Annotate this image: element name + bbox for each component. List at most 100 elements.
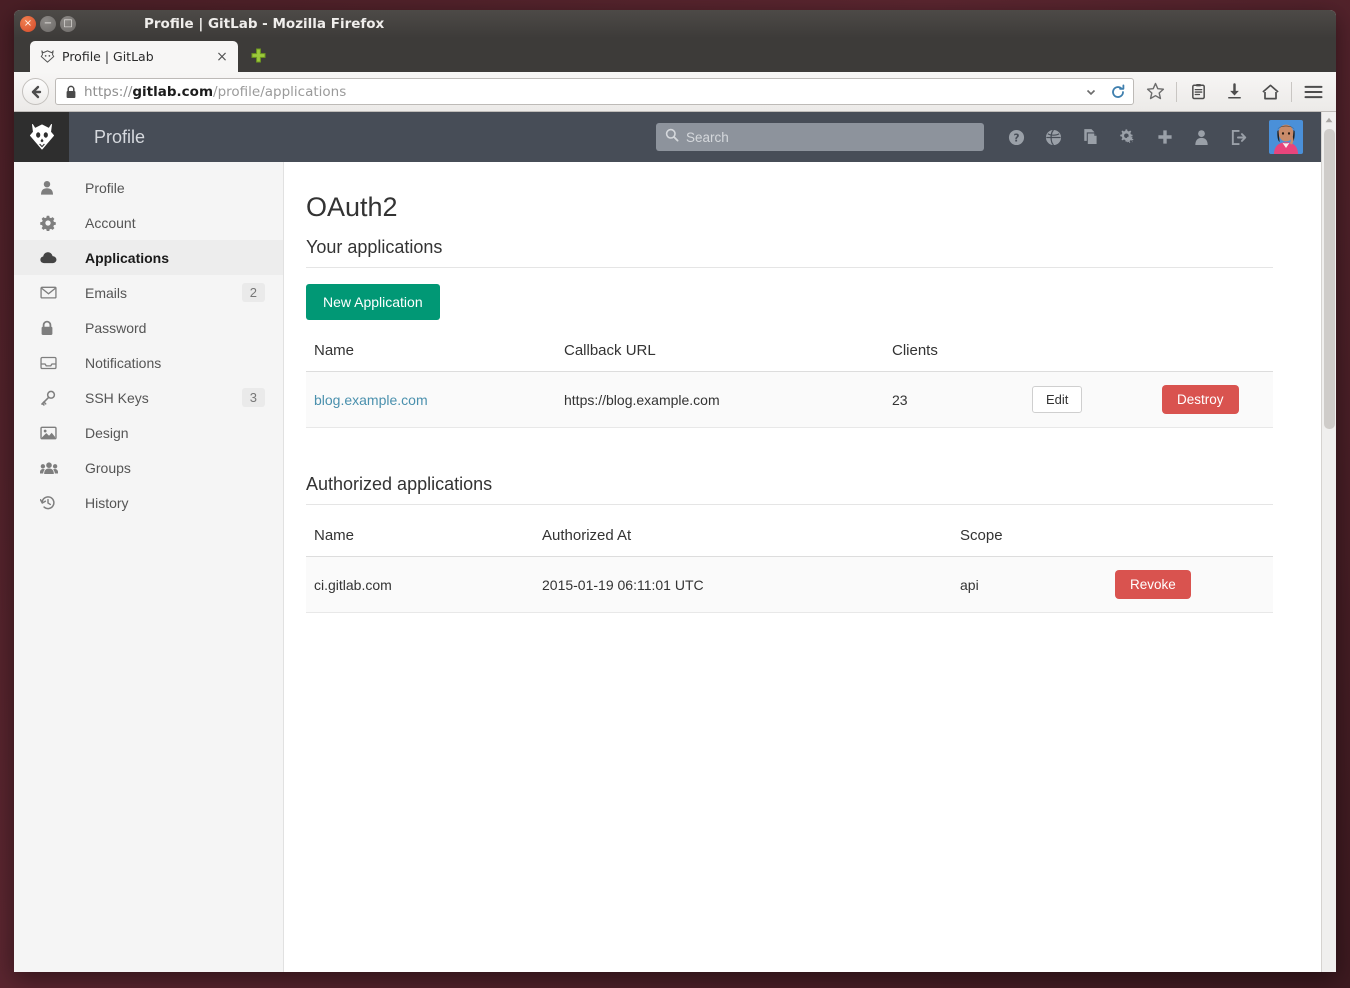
group-users-icon	[40, 461, 70, 475]
table-row: blog.example.com https://blog.example.co…	[306, 372, 1273, 428]
url-bar[interactable]: https://gitlab.com/profile/applications	[55, 78, 1134, 105]
url-text: https://gitlab.com/profile/applications	[84, 84, 1075, 100]
browser-toolbar: https://gitlab.com/profile/applications	[14, 72, 1336, 112]
home-icon[interactable]	[1255, 77, 1285, 107]
sidebar-item-label: Account	[70, 215, 265, 231]
toolbar-divider-2	[1291, 82, 1292, 102]
table-row: ci.gitlab.com 2015-01-19 06:11:01 UTC ap…	[306, 557, 1273, 613]
close-icon: ×	[24, 19, 32, 29]
new-plus-icon[interactable]	[1146, 112, 1183, 162]
sidebar-item-label: Design	[70, 425, 265, 441]
cell-clients-count: 23	[884, 372, 1024, 428]
minimize-icon: −	[44, 19, 52, 29]
hamburger-menu-icon[interactable]	[1298, 77, 1328, 107]
window-maximize-button[interactable]: □	[60, 16, 76, 32]
browser-tab-title: Profile | GitLab	[62, 49, 207, 64]
column-header-revoke	[1107, 521, 1273, 557]
sidebar-item-applications[interactable]: Applications	[14, 240, 283, 275]
gitlab-page: Profile Search	[14, 112, 1321, 972]
page-app-title: Profile	[94, 127, 145, 148]
profile-sidebar: Profile Account Applicat	[14, 162, 284, 972]
gitlab-fox-logo[interactable]	[14, 112, 69, 162]
sidebar-item-password[interactable]: Password	[14, 310, 283, 345]
window-title: Profile | GitLab - Mozilla Firefox	[14, 16, 1336, 32]
window-minimize-button[interactable]: −	[40, 16, 56, 32]
cell-destroy-action: Destroy	[1154, 372, 1273, 428]
sidebar-item-label: Groups	[70, 460, 265, 476]
padlock-icon	[65, 85, 77, 99]
gitlab-header: Profile Search	[14, 112, 1321, 162]
bookmark-star-icon[interactable]	[1140, 77, 1170, 107]
browser-window: × − □ Profile | GitLab - Mozilla Firefox…	[14, 10, 1336, 972]
page-title: OAuth2	[306, 192, 1273, 223]
sidebar-item-groups[interactable]: Groups	[14, 450, 283, 485]
cell-edit-action: Edit	[1024, 372, 1154, 428]
column-header-edit	[1024, 336, 1154, 372]
browser-tab[interactable]: Profile | GitLab ×	[30, 41, 238, 72]
browser-tabstrip: Profile | GitLab ×	[14, 38, 1336, 72]
revoke-button[interactable]: Revoke	[1115, 570, 1191, 599]
sidebar-item-label: SSH Keys	[70, 390, 242, 406]
column-header-scope: Scope	[952, 521, 1107, 557]
cell-scope: api	[952, 557, 1107, 613]
cell-app-name: blog.example.com	[306, 372, 556, 428]
edit-button[interactable]: Edit	[1032, 386, 1082, 413]
window-close-button[interactable]: ×	[20, 16, 36, 32]
column-header-name: Name	[306, 336, 556, 372]
close-icon[interactable]: ×	[214, 49, 230, 65]
authorized-applications-table: Name Authorized At Scope ci.gitlab.com 2…	[306, 521, 1273, 613]
key-icon	[40, 390, 70, 406]
sidebar-item-design[interactable]: Design	[14, 415, 283, 450]
sign-out-icon[interactable]	[1220, 112, 1257, 162]
downloads-icon[interactable]	[1219, 77, 1249, 107]
new-application-button[interactable]: New Application	[306, 284, 440, 320]
new-tab-button[interactable]	[245, 43, 271, 69]
search-input[interactable]: Search	[656, 123, 984, 151]
sidebar-item-label: Profile	[70, 180, 265, 196]
sidebar-item-label: Applications	[70, 250, 265, 266]
cell-revoke-action: Revoke	[1107, 557, 1273, 613]
help-question-icon[interactable]: ?	[998, 112, 1035, 162]
reload-icon[interactable]	[1107, 77, 1129, 107]
envelope-icon	[40, 286, 70, 299]
sidebar-item-label: Emails	[70, 285, 242, 301]
search-icon	[665, 128, 679, 147]
user-profile-icon[interactable]	[1183, 112, 1220, 162]
user-icon	[40, 180, 70, 195]
maximize-icon: □	[63, 19, 72, 29]
back-arrow-icon[interactable]	[22, 78, 49, 105]
search-placeholder: Search	[686, 130, 729, 145]
page-scrollbar[interactable]	[1321, 112, 1336, 972]
public-globe-icon[interactable]	[1035, 112, 1072, 162]
sidebar-item-ssh-keys[interactable]: SSH Keys 3	[14, 380, 283, 415]
page-viewport: Profile Search	[14, 112, 1336, 972]
cloud-icon	[40, 251, 70, 264]
url-path: /profile/applications	[213, 84, 346, 100]
table-header-row: Name Callback URL Clients	[306, 336, 1273, 372]
sidebar-item-history[interactable]: History	[14, 485, 283, 520]
your-applications-table: Name Callback URL Clients blog.example.c…	[306, 336, 1273, 428]
reader-view-icon[interactable]	[1183, 77, 1213, 107]
application-name-link[interactable]: blog.example.com	[314, 392, 428, 408]
sidebar-item-account[interactable]: Account	[14, 205, 283, 240]
destroy-button[interactable]: Destroy	[1162, 385, 1239, 414]
sidebar-item-label: Password	[70, 320, 265, 336]
svg-text:?: ?	[1013, 132, 1019, 144]
lock-icon	[40, 320, 70, 336]
inbox-icon	[40, 356, 70, 370]
sidebar-item-profile[interactable]: Profile	[14, 170, 283, 205]
avatar[interactable]	[1269, 120, 1303, 154]
table-header-row: Name Authorized At Scope	[306, 521, 1273, 557]
url-scheme: https://	[84, 84, 132, 100]
cell-authorized-at: 2015-01-19 06:11:01 UTC	[534, 557, 952, 613]
scroll-up-arrow-icon[interactable]	[1322, 112, 1337, 127]
header-icon-group: ?	[998, 112, 1257, 162]
gear-icon	[40, 215, 70, 231]
admin-gears-icon[interactable]	[1109, 112, 1146, 162]
dropdown-arrow-icon[interactable]	[1082, 77, 1100, 107]
scrollbar-thumb[interactable]	[1324, 129, 1335, 429]
status-badge: 3	[242, 388, 265, 407]
sidebar-item-notifications[interactable]: Notifications	[14, 345, 283, 380]
sidebar-item-emails[interactable]: Emails 2	[14, 275, 283, 310]
snippets-files-icon[interactable]	[1072, 112, 1109, 162]
